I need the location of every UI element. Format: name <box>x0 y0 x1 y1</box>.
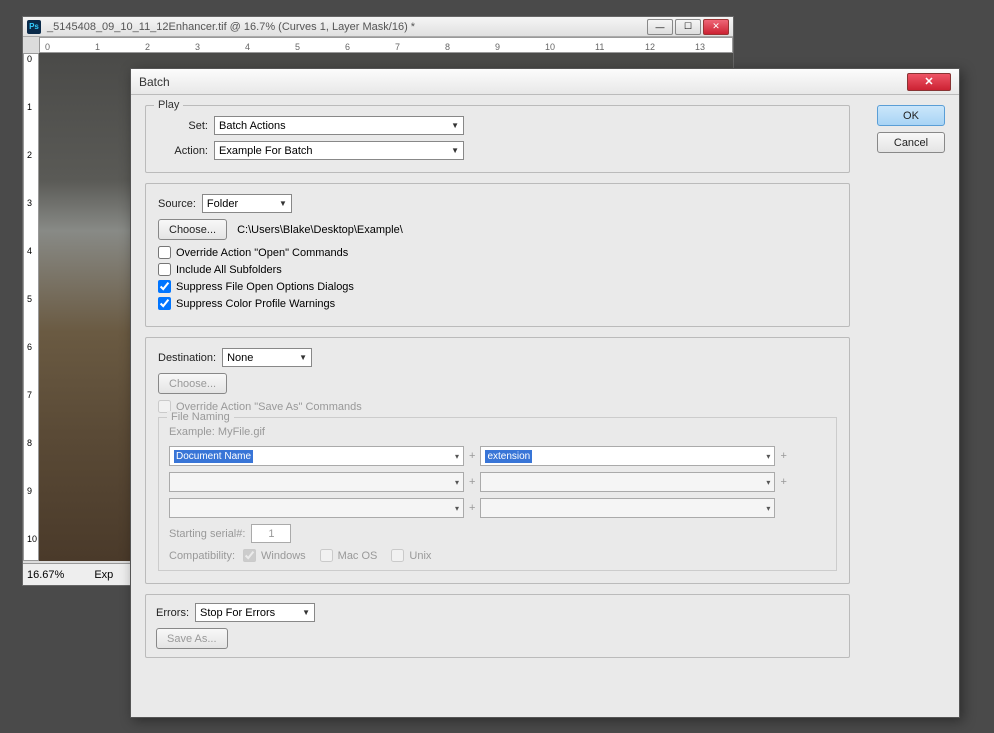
ruler-horizontal: 01 23 45 67 89 1011 1213 <box>39 37 733 53</box>
dialog-titlebar: Batch ✕ <box>131 69 959 95</box>
dialog-close-button[interactable]: ✕ <box>907 73 951 91</box>
chevron-down-icon: ▼ <box>299 353 307 362</box>
naming-field-5: ▾ <box>169 498 464 518</box>
serial-label: Starting serial#: <box>169 528 245 540</box>
chevron-down-icon: ▾ <box>766 478 770 487</box>
compat-windows-checkbox: Windows <box>243 549 306 562</box>
ok-button[interactable]: OK <box>877 105 945 126</box>
naming-field-4: ▾ <box>480 472 775 492</box>
cancel-button[interactable]: Cancel <box>877 132 945 153</box>
errors-fieldset: Errors: Stop For Errors▼ Save As... <box>145 594 850 658</box>
suppress-color-warnings-checkbox[interactable]: Suppress Color Profile Warnings <box>158 297 837 310</box>
source-path: C:\Users\Blake\Desktop\Example\ <box>237 224 403 236</box>
action-dropdown[interactable]: Example For Batch▼ <box>214 141 464 160</box>
serial-input <box>251 524 291 543</box>
set-dropdown[interactable]: Batch Actions▼ <box>214 116 464 135</box>
source-choose-button[interactable]: Choose... <box>158 219 227 240</box>
chevron-down-icon: ▼ <box>279 199 287 208</box>
chevron-down-icon: ▾ <box>455 452 459 461</box>
source-label: Source: <box>158 198 196 210</box>
play-fieldset: Play Set: Batch Actions▼ Action: Example… <box>145 105 850 173</box>
override-saveas-checkbox: Override Action "Save As" Commands <box>158 400 837 413</box>
maximize-button[interactable]: ☐ <box>675 19 701 35</box>
chevron-down-icon: ▼ <box>451 146 459 155</box>
file-naming-legend: File Naming <box>167 411 234 423</box>
destination-choose-button: Choose... <box>158 373 227 394</box>
file-naming-fieldset: File Naming Example: MyFile.gif Document… <box>158 417 837 571</box>
chevron-down-icon: ▾ <box>455 504 459 513</box>
naming-field-3: ▾ <box>169 472 464 492</box>
naming-field-2: extension▾ <box>480 446 775 466</box>
naming-field-1: Document Name▾ <box>169 446 464 466</box>
compat-macos-checkbox: Mac OS <box>320 549 378 562</box>
compat-unix-checkbox: Unix <box>391 549 431 562</box>
errors-saveas-button: Save As... <box>156 628 228 649</box>
suppress-open-dialogs-checkbox[interactable]: Suppress File Open Options Dialogs <box>158 280 837 293</box>
batch-dialog: Batch ✕ OK Cancel Play Set: Batch Action… <box>130 68 960 718</box>
doc-title: _5145408_09_10_11_12Enhancer.tif @ 16.7%… <box>47 21 647 33</box>
destination-fieldset: Destination: None▼ Choose... Override Ac… <box>145 337 850 584</box>
action-label: Action: <box>158 145 208 157</box>
include-subfolders-checkbox[interactable]: Include All Subfolders <box>158 263 837 276</box>
destination-dropdown[interactable]: None▼ <box>222 348 312 367</box>
compat-label: Compatibility: <box>169 550 235 562</box>
source-dropdown[interactable]: Folder▼ <box>202 194 292 213</box>
chevron-down-icon: ▾ <box>766 452 770 461</box>
source-fieldset: Source: Folder▼ Choose... C:\Users\Blake… <box>145 183 850 327</box>
ruler-vertical: 01 23 45 67 89 10 <box>23 53 39 561</box>
chevron-down-icon: ▾ <box>766 504 770 513</box>
doc-titlebar: Ps _5145408_09_10_11_12Enhancer.tif @ 16… <box>23 17 733 37</box>
chevron-down-icon: ▼ <box>302 608 310 617</box>
naming-field-6: ▾ <box>480 498 775 518</box>
close-button[interactable]: ✕ <box>703 19 729 35</box>
chevron-down-icon: ▾ <box>455 478 459 487</box>
errors-dropdown[interactable]: Stop For Errors▼ <box>195 603 315 622</box>
destination-label: Destination: <box>158 352 216 364</box>
set-label: Set: <box>158 120 208 132</box>
zoom-value: 16.67% <box>27 569 64 581</box>
minimize-button[interactable]: — <box>647 19 673 35</box>
photoshop-icon: Ps <box>27 20 41 34</box>
naming-example: Example: MyFile.gif <box>169 426 826 438</box>
status-text: Exp <box>94 569 113 581</box>
play-legend: Play <box>154 99 183 111</box>
override-open-checkbox[interactable]: Override Action "Open" Commands <box>158 246 837 259</box>
chevron-down-icon: ▼ <box>451 121 459 130</box>
errors-label: Errors: <box>156 607 189 619</box>
dialog-title: Batch <box>139 75 907 89</box>
